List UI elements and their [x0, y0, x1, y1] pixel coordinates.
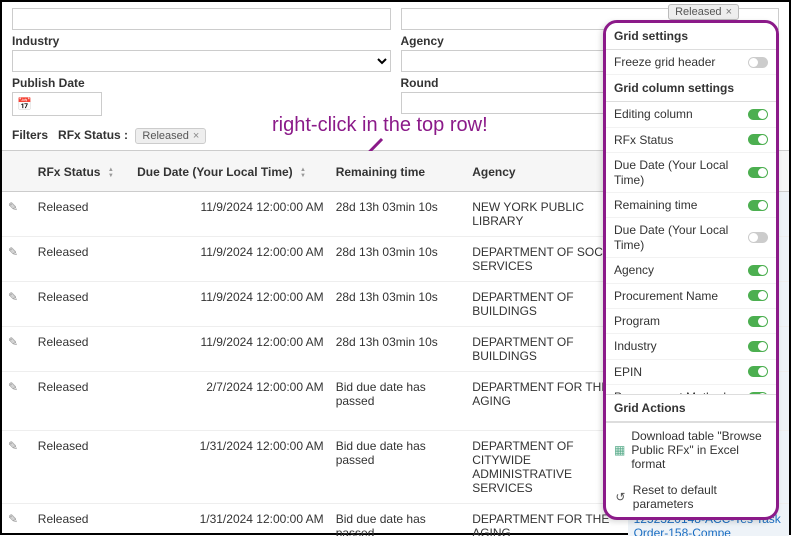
rfx-status-chip-top[interactable]: Released × — [668, 4, 739, 20]
column-toggle[interactable] — [748, 232, 768, 243]
col-remaining-header[interactable]: Remaining time — [330, 151, 467, 192]
cell-due: 11/9/2024 12:00:00 AM — [131, 282, 330, 327]
col-due-label: Due Date (Your Local Time) — [137, 165, 293, 179]
edit-icon[interactable]: ✎ — [8, 245, 18, 259]
cell-due: 11/9/2024 12:00:00 AM — [131, 327, 330, 372]
cell-remaining: 28d 13h 03min 10s — [330, 192, 467, 237]
publish-date-input[interactable]: 📅 — [12, 92, 102, 116]
cell-status: Released — [32, 282, 131, 327]
column-toggle[interactable] — [748, 290, 768, 301]
column-toggle-row[interactable]: Agency — [606, 258, 776, 283]
grid-settings-panel: Grid settings Freeze grid header Grid co… — [603, 20, 779, 520]
grid-settings-header: Grid settings — [606, 23, 776, 50]
freeze-header-row[interactable]: Freeze grid header — [606, 50, 776, 75]
cell-remaining: Bid due date has passed — [330, 504, 467, 536]
chip-label: Released — [675, 6, 721, 18]
cell-status: Released — [32, 504, 131, 536]
column-toggle-label: Agency — [614, 263, 748, 277]
column-toggle-label: Due Date (Your Local Time) — [614, 223, 748, 252]
grid-column-settings-header: Grid column settings — [606, 75, 776, 102]
cell-remaining: 28d 13h 03min 10s — [330, 282, 467, 327]
col-due-header[interactable]: Due Date (Your Local Time) ▲▼ — [131, 151, 330, 192]
column-toggle-row[interactable]: Remaining time — [606, 193, 776, 218]
cell-remaining: Bid due date has passed — [330, 431, 467, 504]
column-toggle-row[interactable]: Due Date (Your Local Time) — [606, 153, 776, 193]
reset-defaults-action[interactable]: ↺ Reset to default parameters — [606, 477, 776, 517]
column-toggle-row[interactable]: Due Date (Your Local Time) — [606, 218, 776, 258]
cell-status: Released — [32, 327, 131, 372]
chip-remove-icon[interactable]: × — [726, 6, 732, 18]
filter-input-blank-1[interactable] — [12, 8, 391, 30]
cell-due: 1/31/2024 12:00:00 AM — [131, 504, 330, 536]
edit-icon[interactable]: ✎ — [8, 200, 18, 214]
cell-due: 1/31/2024 12:00:00 AM — [131, 431, 330, 504]
cell-status: Released — [32, 372, 131, 431]
publish-date-label: Publish Date — [12, 76, 391, 90]
edit-icon[interactable]: ✎ — [8, 290, 18, 304]
freeze-header-label: Freeze grid header — [614, 55, 748, 69]
reset-label: Reset to default parameters — [633, 483, 768, 511]
cell-due: 11/9/2024 12:00:00 AM — [131, 192, 330, 237]
column-toggle[interactable] — [748, 134, 768, 145]
col-edit-header[interactable] — [2, 151, 32, 192]
cell-due: 11/9/2024 12:00:00 AM — [131, 237, 330, 282]
column-toggle-label: Program — [614, 314, 748, 328]
column-toggle-row[interactable]: Program — [606, 309, 776, 334]
freeze-toggle[interactable] — [748, 57, 768, 68]
edit-icon[interactable]: ✎ — [8, 439, 18, 453]
grid-actions: ▦ Download table "Browse Public RFx" in … — [606, 422, 776, 517]
column-settings-list[interactable]: Editing column RFx Status Due Date (Your L… — [606, 102, 776, 394]
sort-icon[interactable]: ▲▼ — [300, 167, 306, 179]
cell-remaining: 28d 13h 03min 10s — [330, 237, 467, 282]
column-toggle[interactable] — [748, 341, 768, 352]
column-toggle[interactable] — [748, 316, 768, 327]
filter-field-name: RFx Status : — [58, 128, 128, 142]
edit-icon[interactable]: ✎ — [8, 512, 18, 526]
column-toggle-row[interactable]: EPIN — [606, 360, 776, 385]
filters-lead: Filters — [12, 128, 48, 142]
column-toggle[interactable] — [748, 200, 768, 211]
column-toggle-row[interactable]: Editing column — [606, 102, 776, 127]
reset-icon: ↺ — [614, 490, 627, 504]
sort-icon[interactable]: ▲▼ — [108, 167, 114, 179]
column-toggle[interactable] — [748, 167, 768, 178]
download-excel-action[interactable]: ▦ Download table "Browse Public RFx" in … — [606, 423, 776, 477]
column-toggle[interactable] — [748, 265, 768, 276]
cell-due: 2/7/2024 12:00:00 AM — [131, 372, 330, 431]
grid-actions-header: Grid Actions — [606, 394, 776, 422]
column-toggle-label: RFx Status — [614, 133, 748, 147]
edit-icon[interactable]: ✎ — [8, 380, 18, 394]
column-toggle-label: Editing column — [614, 107, 748, 121]
column-toggle[interactable] — [748, 109, 768, 120]
chip-remove-icon[interactable]: × — [193, 130, 199, 142]
column-toggle[interactable] — [748, 392, 768, 394]
col-agency-label: Agency — [472, 165, 515, 179]
excel-icon: ▦ — [614, 443, 625, 457]
column-toggle-row[interactable]: Procurement Name — [606, 284, 776, 309]
download-label: Download table "Browse Public RFx" in Ex… — [631, 429, 768, 471]
cell-remaining: 28d 13h 03min 10s — [330, 327, 467, 372]
cell-status: Released — [32, 431, 131, 504]
col-status-header[interactable]: RFx Status ▲▼ — [32, 151, 131, 192]
column-toggle-row[interactable]: Industry — [606, 334, 776, 359]
filter-chip-label: Released — [142, 130, 188, 142]
filter-chip-released[interactable]: Released × — [135, 128, 206, 144]
column-toggle-label: EPIN — [614, 365, 748, 379]
industry-label: Industry — [12, 34, 391, 48]
column-toggle-row[interactable]: Procurement Method — [606, 385, 776, 394]
cell-remaining: Bid due date has passed — [330, 372, 467, 431]
column-toggle-row[interactable]: RFx Status — [606, 128, 776, 153]
cell-status: Released — [32, 237, 131, 282]
column-toggle-label: Procurement Name — [614, 289, 748, 303]
column-toggle-label: Remaining time — [614, 198, 748, 212]
col-remaining-label: Remaining time — [336, 165, 425, 179]
column-toggle-label: Due Date (Your Local Time) — [614, 158, 748, 187]
column-toggle-label: Industry — [614, 339, 748, 353]
cell-status: Released — [32, 192, 131, 237]
industry-select[interactable] — [12, 50, 391, 72]
col-status-label: RFx Status — [38, 165, 101, 179]
edit-icon[interactable]: ✎ — [8, 335, 18, 349]
column-toggle[interactable] — [748, 366, 768, 377]
calendar-icon: 📅 — [17, 97, 32, 111]
